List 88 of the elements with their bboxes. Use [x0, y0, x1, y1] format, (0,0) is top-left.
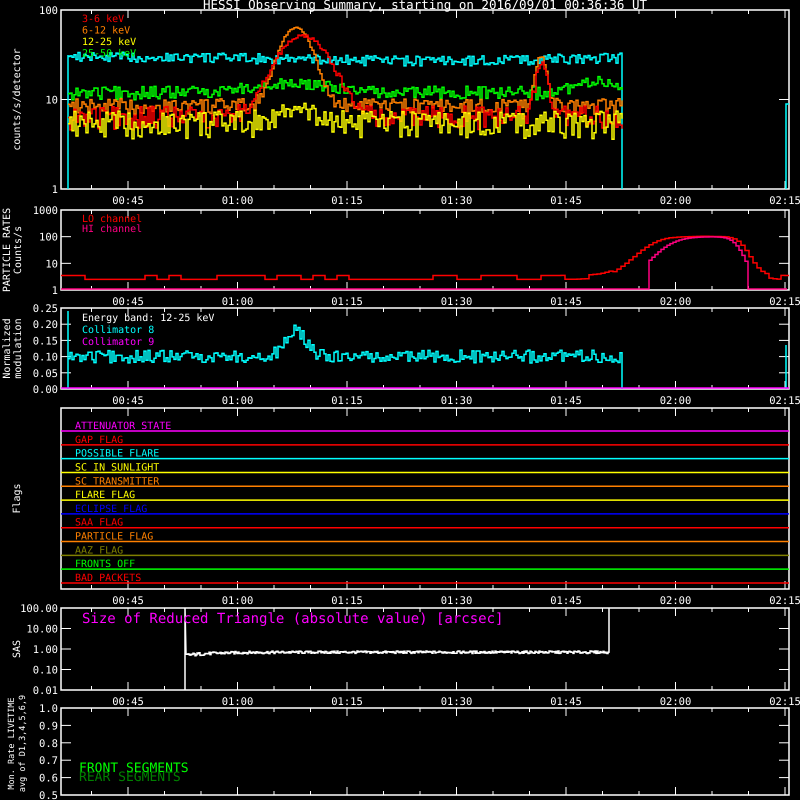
axis-title: modulation [13, 318, 24, 379]
legend-label: 6-12 keV [82, 26, 130, 36]
tick-label: 01:45 [550, 696, 582, 708]
flag-label: ATTENUATOR STATE [75, 421, 172, 432]
tick-label: 0.8 [39, 738, 58, 750]
tick-label: 01:15 [331, 296, 363, 308]
tick-label: 1000 [32, 205, 58, 217]
tick-label: 10 [45, 258, 58, 270]
axis-title: avg of D1,3,4,5,6,9 [18, 694, 28, 792]
tick-label: 0.10 [32, 352, 58, 364]
tick-label: 0.5 [39, 790, 58, 800]
tick-label: 01:45 [550, 296, 582, 308]
tick-label: 01:30 [440, 696, 472, 708]
tick-label: 0.10 [32, 664, 58, 676]
flag-label: GAP FLAG [75, 434, 124, 446]
flag-label: ECLIPSE FLAG [75, 504, 148, 515]
legend-label: Collimator 8 [82, 325, 154, 336]
legend-label: LO channel [82, 214, 142, 225]
tick-label: 02:15 [769, 595, 800, 607]
tick-label: 02:00 [660, 595, 692, 607]
flag-label: SC IN SUNLIGHT [75, 462, 160, 474]
tick-label: 01:30 [440, 395, 472, 407]
tick-label: 00:45 [112, 595, 144, 607]
tick-label: 02:15 [769, 395, 800, 407]
axis-title: counts/s/detector [12, 48, 23, 151]
tick-label: 02:00 [660, 296, 692, 308]
flag-label: SAA FLAG [75, 518, 124, 529]
tick-label: 100 [39, 232, 58, 244]
legend-label: 12-25 keV [82, 37, 136, 48]
tick-label: 1 [52, 184, 58, 196]
tick-label: 0.01 [32, 685, 58, 697]
tick-label: 01:15 [331, 195, 363, 207]
tick-label: 00:45 [112, 296, 144, 308]
tick-label: 100 [39, 5, 58, 17]
tick-label: 02:15 [769, 696, 800, 708]
tick-label: 01:30 [440, 595, 472, 607]
tick-label: 02:00 [660, 195, 692, 207]
tick-label: 01:45 [550, 595, 582, 607]
flag-label: PARTICLE FLAG [75, 532, 154, 543]
tick-label: 0.7 [39, 755, 58, 768]
axis-title: Flags [12, 483, 23, 514]
axis-title: PARTICLE RATES [2, 208, 13, 292]
axis-title: Normalized [2, 318, 13, 379]
tick-label: 02:15 [769, 195, 800, 207]
tick-label: 1 [52, 285, 58, 297]
tick-label: 02:00 [660, 696, 692, 708]
flag-label: POSSIBLE FLARE [75, 448, 160, 460]
tick-label: 01:15 [331, 595, 363, 607]
tick-label: 1.0 [39, 703, 58, 715]
tick-label: 01:45 [550, 395, 582, 407]
tick-label: 00:45 [112, 195, 144, 207]
tick-label: 10.00 [26, 624, 58, 636]
tick-label: 02:15 [769, 296, 800, 308]
tick-label: 01:00 [222, 395, 254, 407]
flag-label: FLARE FLAG [75, 490, 136, 502]
tick-label: 0.20 [32, 319, 58, 332]
tick-label: 0.9 [39, 720, 58, 732]
tick-label: 10 [45, 94, 58, 106]
tick-label: 00:45 [112, 395, 144, 407]
tick-label: 0.05 [32, 368, 58, 380]
axis-title: SAS [12, 640, 23, 658]
tick-label: 01:30 [440, 296, 472, 308]
tick-label: 01:00 [222, 696, 254, 708]
flag-label: FRONTS OFF [75, 559, 136, 570]
tick-label: 02:00 [660, 395, 692, 407]
tick-label: 0.6 [39, 772, 58, 785]
tick-label: 1.00 [32, 644, 58, 656]
tick-label: 01:00 [222, 195, 254, 207]
flag-label: BAD PACKETS [75, 573, 142, 584]
tick-label: 0.00 [32, 384, 58, 396]
flag-label: SC TRANSMITTER [75, 476, 160, 488]
tick-label: 0.25 [32, 303, 58, 315]
tick-label: 01:15 [331, 395, 363, 407]
legend-label: HI channel [82, 224, 142, 235]
legend-label: 3-6 keV [82, 14, 124, 25]
axis-title: Mon. Rate LIVETIME [7, 697, 17, 790]
axis-title: Counts/s [13, 226, 24, 274]
tick-label: 00:45 [112, 696, 144, 708]
legend-label: Collimator 9 [82, 337, 154, 348]
tick-label: 01:00 [222, 595, 254, 607]
tick-label: 01:30 [440, 195, 472, 207]
tick-label: 0.15 [32, 335, 58, 348]
tick-label: 01:00 [222, 296, 254, 308]
flag-label: AAZ FLAG [75, 545, 124, 556]
tick-label: 100.00 [20, 603, 58, 615]
legend-label: Energy band: 12-25 keV [82, 313, 214, 324]
tick-label: 01:45 [550, 195, 582, 207]
tick-label: 01:15 [331, 696, 363, 708]
